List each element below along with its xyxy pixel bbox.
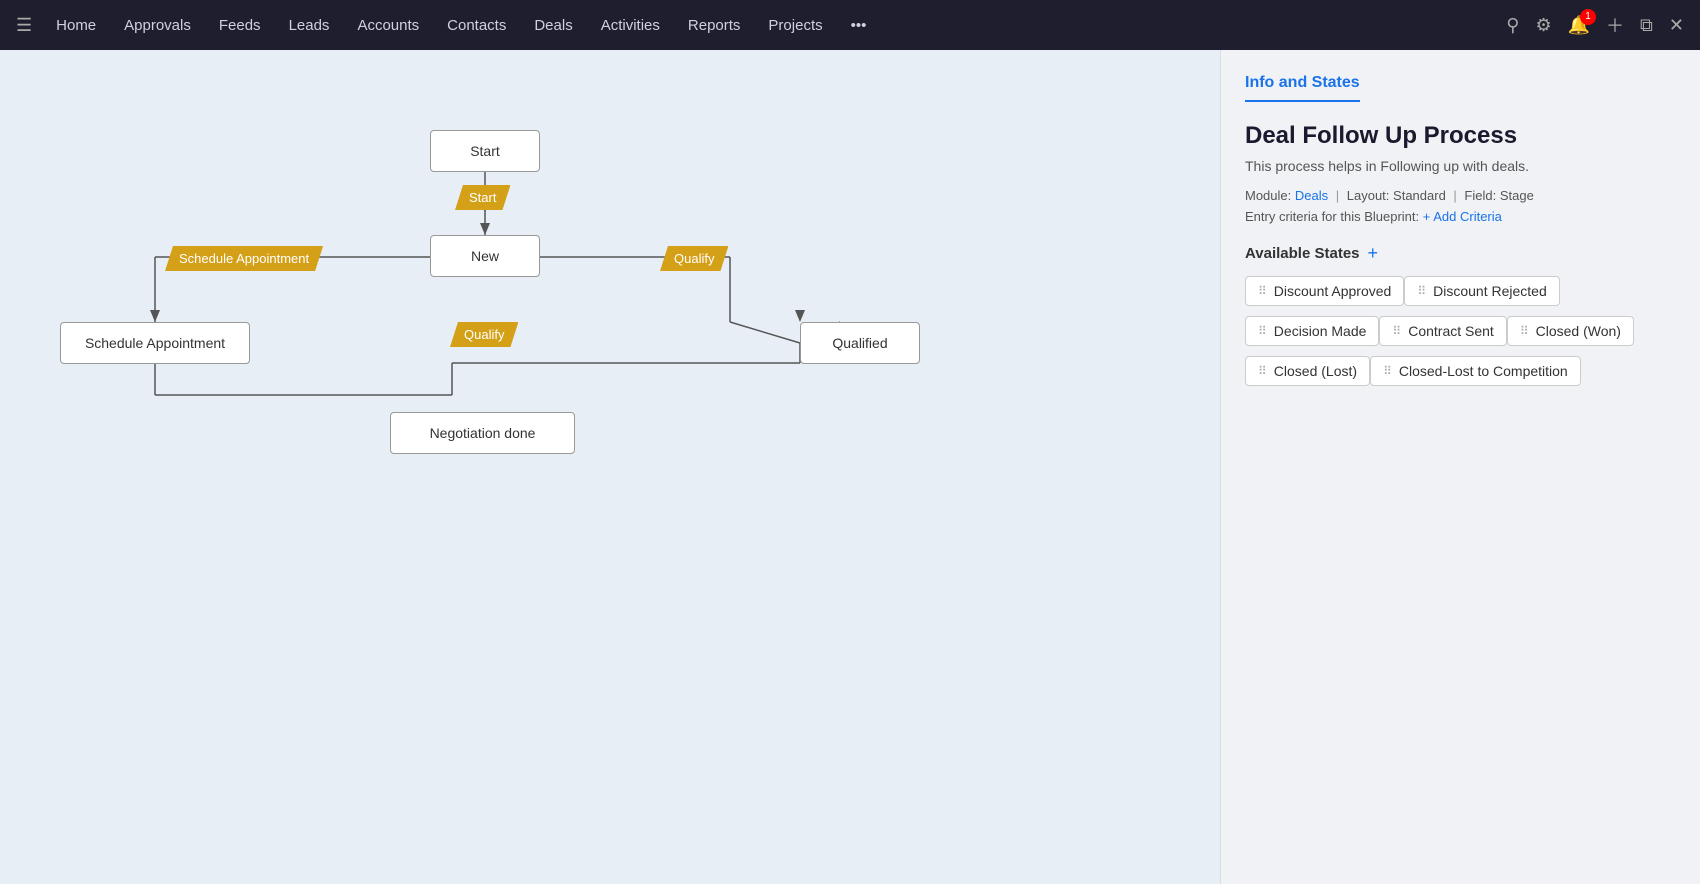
blueprint-canvas[interactable]: Start Start Schedule Appointment Qualify…	[0, 50, 1220, 884]
drag-handle: ⠿	[1258, 324, 1268, 338]
nav-feeds[interactable]: Feeds	[207, 11, 273, 40]
module-value[interactable]: Deals	[1295, 188, 1328, 203]
state-chip-closed-won[interactable]: ⠿Closed (Won)	[1507, 316, 1634, 346]
search-icon[interactable]: ⚲	[1506, 15, 1519, 36]
nav-icons: ⚲ ⚙ 🔔 1 ＋ ⧉ ✕	[1506, 12, 1684, 38]
start-node[interactable]: Start	[430, 130, 540, 172]
canvas-svg	[0, 50, 1220, 884]
notification-badge: 1	[1580, 9, 1596, 25]
state-chip-contract-sent[interactable]: ⠿Contract Sent	[1379, 316, 1506, 346]
screen-icon[interactable]: ⧉	[1640, 15, 1653, 36]
qualify-label-top[interactable]: Qualify	[660, 246, 728, 271]
right-panel: Info and States Deal Follow Up Process T…	[1220, 50, 1700, 884]
layout-label: Layout:	[1347, 188, 1390, 203]
top-navigation: ☰ Home Approvals Feeds Leads Accounts Co…	[0, 0, 1700, 50]
entry-criteria-label: Entry criteria for this Blueprint:	[1245, 209, 1419, 224]
qualify-label-bottom[interactable]: Qualify	[450, 322, 518, 347]
drag-handle: ⠿	[1392, 324, 1402, 338]
nav-activities[interactable]: Activities	[589, 11, 672, 40]
drag-handle: ⠿	[1417, 284, 1427, 298]
nav-reports[interactable]: Reports	[676, 11, 753, 40]
field-value: Stage	[1500, 188, 1534, 203]
nav-projects[interactable]: Projects	[756, 11, 834, 40]
state-chip-discount-approved[interactable]: ⠿Discount Approved	[1245, 276, 1404, 306]
menu-icon[interactable]: ☰	[16, 15, 32, 36]
qualified-node[interactable]: Qualified	[800, 322, 920, 364]
negotiation-done-node[interactable]: Negotiation done	[390, 412, 575, 454]
drag-handle: ⠿	[1520, 324, 1530, 338]
state-chip-discount-rejected[interactable]: ⠿Discount Rejected	[1404, 276, 1559, 306]
module-label: Module:	[1245, 188, 1291, 203]
state-chip-decision-made[interactable]: ⠿Decision Made	[1245, 316, 1379, 346]
state-chip-closed-lost-competition[interactable]: ⠿Closed-Lost to Competition	[1370, 356, 1581, 386]
panel-meta-row: Module: Deals | Layout: Standard | Field…	[1245, 188, 1676, 203]
start-label[interactable]: Start	[455, 185, 510, 210]
panel-description: This process helps in Following up with …	[1245, 158, 1676, 174]
available-states-header: Available States +	[1245, 244, 1676, 262]
gamepad-icon[interactable]: ⚙	[1535, 15, 1551, 36]
nav-leads[interactable]: Leads	[277, 11, 342, 40]
panel-title: Deal Follow Up Process	[1245, 122, 1676, 150]
add-criteria-link[interactable]: + Add Criteria	[1423, 209, 1502, 224]
notification-icon[interactable]: 🔔 1	[1568, 15, 1590, 36]
layout-value: Standard	[1393, 188, 1446, 203]
nav-deals[interactable]: Deals	[522, 11, 584, 40]
nav-home[interactable]: Home	[44, 11, 108, 40]
drag-handle: ⠿	[1383, 364, 1393, 378]
main-layout: Start Start Schedule Appointment Qualify…	[0, 50, 1700, 884]
states-list: ⠿Discount Approved⠿Discount Rejected ⠿Dec…	[1245, 276, 1676, 396]
info-states-tab[interactable]: Info and States	[1245, 74, 1360, 102]
add-state-button[interactable]: +	[1368, 244, 1379, 262]
drag-handle: ⠿	[1258, 364, 1268, 378]
nav-more[interactable]: •••	[839, 11, 879, 40]
state-chip-closed-lost[interactable]: ⠿Closed (Lost)	[1245, 356, 1370, 386]
nav-contacts[interactable]: Contacts	[435, 11, 518, 40]
nav-approvals[interactable]: Approvals	[112, 11, 203, 40]
schedule-appointment-label[interactable]: Schedule Appointment	[165, 246, 323, 271]
field-label: Field:	[1464, 188, 1496, 203]
add-icon[interactable]: ＋	[1606, 12, 1624, 38]
nav-accounts[interactable]: Accounts	[345, 11, 431, 40]
new-node[interactable]: New	[430, 235, 540, 277]
schedule-appointment-node[interactable]: Schedule Appointment	[60, 322, 250, 364]
available-states-label: Available States	[1245, 245, 1360, 262]
entry-criteria: Entry criteria for this Blueprint: + Add…	[1245, 209, 1676, 224]
close-icon[interactable]: ✕	[1669, 15, 1684, 36]
drag-handle: ⠿	[1258, 284, 1268, 298]
